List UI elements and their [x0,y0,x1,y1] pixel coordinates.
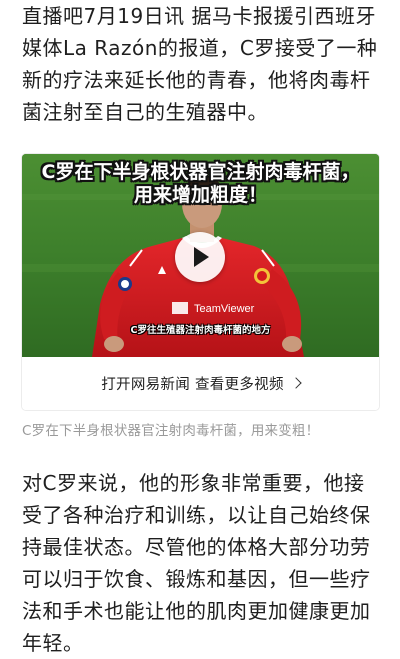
video-subtitle-caption: C罗往生殖器注射肉毒杆菌的地方 [130,325,271,336]
article: 直播吧7月19日讯 据马卡报援引西班牙媒体La Razón的报道，C罗接受了一种… [0,0,400,655]
video-card[interactable]: TeamViewer C罗在下半身根状器官注射肉毒杆菌， 用来增加粗度！ C罗往… [22,154,379,410]
jersey-sponsor-text: TeamViewer [194,303,255,315]
video-thumbnail[interactable]: TeamViewer C罗在下半身根状器官注射肉毒杆菌， 用来增加粗度！ C罗往… [22,154,379,357]
article-paragraph-body: 对C罗来说，他的形象非常重要，他接受了各种治疗和训练，以让自己始终保持最佳状态。… [22,471,371,655]
video-footer-label: 打开网易新闻 查看更多视频 [101,377,284,393]
open-netease-news-link[interactable]: 打开网易新闻 查看更多视频 [22,357,379,410]
play-icon [194,247,209,267]
chevron-right-icon [290,376,302,389]
video-caption: C罗在下半身根状器官注射肉毒杆菌，用来变粗！ [22,423,320,439]
video-overlay-title-line2: 用来增加粗度！ [133,184,267,206]
video-overlay-title-line1: C罗在下半身根状器官注射肉毒杆菌， [41,161,360,183]
play-button[interactable] [175,232,225,282]
article-paragraph-intro: 直播吧7月19日讯 据马卡报援引西班牙媒体La Razón的报道，C罗接受了一种… [22,4,378,124]
